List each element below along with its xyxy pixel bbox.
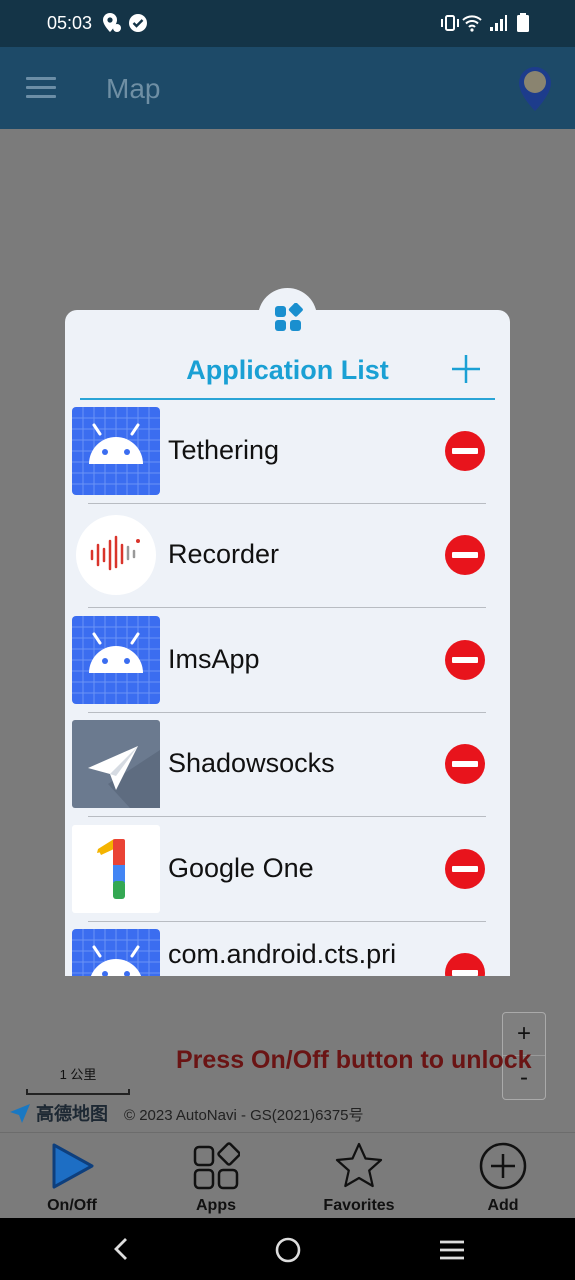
back-icon[interactable]: [110, 1236, 134, 1262]
vibrate-icon: [441, 15, 459, 31]
nav-favorites[interactable]: Favorites: [299, 1133, 419, 1219]
android-icon: [72, 929, 160, 976]
recents-icon[interactable]: [438, 1238, 466, 1262]
nav-add[interactable]: Add: [443, 1133, 563, 1219]
nav-label: Favorites: [323, 1197, 395, 1214]
wifi-icon: [462, 15, 482, 32]
dialog-title: Application List: [186, 355, 389, 385]
status-time: 05:03: [47, 13, 93, 33]
remove-app-button[interactable]: [444, 848, 486, 890]
bottom-nav: On/Off Apps Favorites Add: [0, 1132, 575, 1218]
play-icon: [52, 1143, 94, 1189]
unlock-message: Press On/Off button to unlock: [176, 1046, 532, 1074]
map-scale: 1 公里: [26, 1064, 130, 1095]
app-name: Google One: [168, 853, 314, 883]
app-name: Recorder: [168, 539, 280, 569]
paper-plane-icon: [72, 720, 160, 808]
map-copyright: © 2023 AutoNavi - GS(2021)6375号: [124, 1107, 364, 1124]
app-bar: Map: [0, 47, 575, 129]
amap-arrow-icon: [10, 1104, 30, 1123]
home-icon[interactable]: [274, 1236, 302, 1264]
application-list-dialog: Application List Tethering Recorder ImsA…: [65, 310, 510, 976]
nav-label: Add: [487, 1197, 519, 1214]
remove-app-button[interactable]: [444, 534, 486, 576]
google-one-icon: [72, 825, 160, 913]
apps-grid-icon: [274, 302, 303, 331]
app-list-item[interactable]: Shadowsocks: [65, 720, 510, 824]
location-pin-icon[interactable]: [514, 65, 556, 113]
app-name: Tethering: [168, 435, 280, 465]
nav-label: On/Off: [47, 1197, 97, 1214]
app-list-item[interactable]: Google One: [65, 825, 510, 929]
check-circle-icon: [129, 14, 147, 32]
remove-app-button[interactable]: [444, 743, 486, 785]
app-list-item[interactable]: ImsApp: [65, 616, 510, 720]
app-list-item[interactable]: Tethering: [65, 407, 510, 511]
app-list-item[interactable]: com.android.cts.pri: [65, 929, 510, 976]
apps-grid-icon: [193, 1142, 240, 1190]
add-app-button[interactable]: [449, 352, 483, 386]
location-icon: [103, 13, 121, 32]
app-name: Shadowsocks: [168, 748, 335, 778]
app-list-item[interactable]: Recorder: [65, 511, 510, 615]
system-nav-bar: [0, 1218, 575, 1280]
amap-logo: 高德地图: [8, 1100, 118, 1126]
app-name: com.android.cts.pri: [168, 939, 397, 969]
app-name: ImsApp: [168, 644, 260, 674]
status-bar: 05:03: [0, 0, 575, 47]
menu-icon[interactable]: [26, 77, 56, 99]
signal-icon: [490, 15, 507, 31]
scale-label: 1 公里: [59, 1067, 97, 1082]
nav-apps[interactable]: Apps: [156, 1133, 276, 1219]
remove-app-button[interactable]: [444, 952, 486, 976]
android-icon: [72, 407, 160, 495]
dialog-badge: [258, 288, 317, 347]
page-title: Map: [106, 73, 161, 104]
amap-logo-text: 高德地图: [36, 1104, 108, 1124]
battery-icon: [517, 13, 529, 32]
star-icon: [335, 1142, 383, 1188]
android-icon: [72, 616, 160, 704]
nav-label: Apps: [196, 1197, 236, 1214]
nav-on-off[interactable]: On/Off: [12, 1133, 132, 1219]
dialog-divider: [80, 398, 495, 400]
remove-app-button[interactable]: [444, 430, 486, 472]
add-circle-icon: [479, 1142, 527, 1190]
recorder-icon: [76, 515, 156, 595]
remove-app-button[interactable]: [444, 639, 486, 681]
